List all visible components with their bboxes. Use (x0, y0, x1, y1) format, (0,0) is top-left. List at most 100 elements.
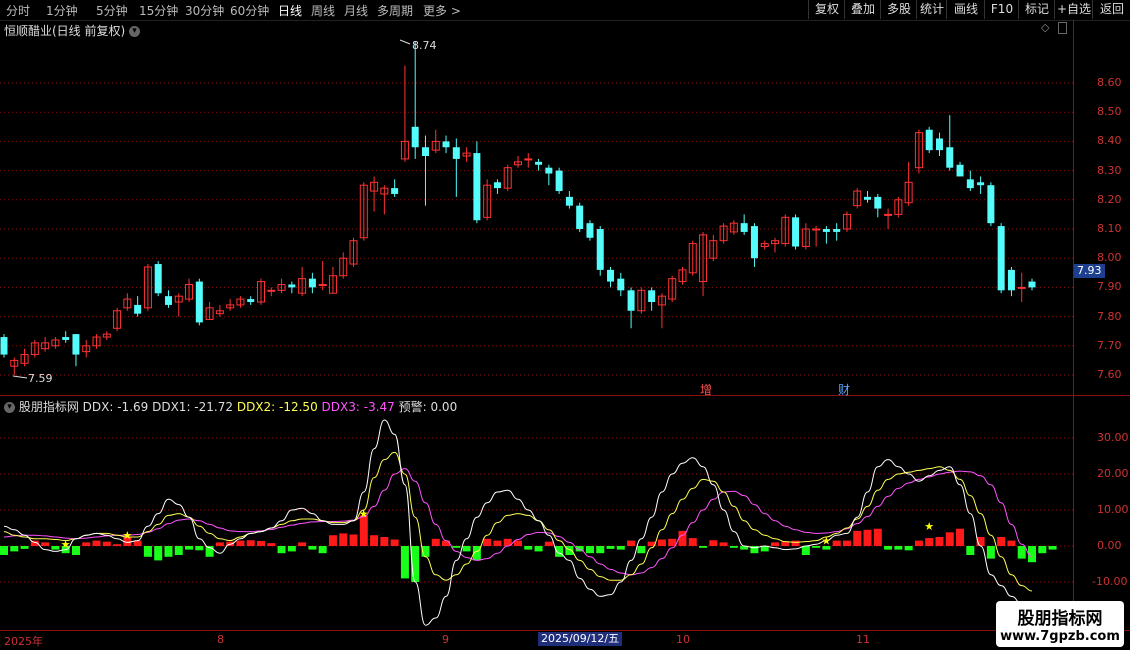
star-icon: ★ (61, 538, 71, 551)
candle-body (987, 185, 995, 224)
ddx-bar (277, 546, 286, 554)
candle (668, 275, 677, 302)
candle (143, 264, 152, 311)
event-marker-add[interactable]: 增 (700, 381, 712, 398)
candle (380, 185, 389, 215)
ddx-bar (82, 542, 91, 546)
candle-body (977, 182, 985, 186)
candle (781, 214, 790, 247)
alert-value: 预警: 0.00 (398, 400, 458, 414)
candle (586, 220, 594, 241)
panel-divider (0, 395, 1130, 396)
candle (462, 147, 471, 162)
candle (1007, 266, 1015, 297)
ddx-bar (400, 546, 409, 579)
candle-body (421, 147, 429, 156)
price-tick-label: 8.00 (1097, 251, 1122, 265)
ddx-bar-series (0, 515, 1057, 582)
candle (370, 176, 379, 212)
ddx-bar (236, 540, 245, 546)
ddx-bar (935, 537, 944, 546)
candle (874, 193, 882, 218)
price-annotations: 8.74 7.59 (12, 39, 437, 385)
x-label-oct: 10 (676, 633, 690, 646)
ddx-bar (842, 540, 851, 546)
candle-body (452, 147, 460, 159)
ddx-bar (534, 546, 543, 552)
candle (627, 287, 635, 329)
ddx-bar (493, 540, 502, 546)
candle (956, 161, 964, 177)
candle-body (946, 147, 954, 168)
candle (565, 191, 573, 209)
ddx-bar (246, 540, 255, 546)
low-price-label: 7.59 (28, 372, 53, 385)
candle-body (648, 290, 656, 302)
ddx-bar (287, 546, 296, 552)
candle (914, 129, 923, 174)
candle (113, 307, 122, 332)
candle (842, 211, 851, 232)
candle-body (195, 281, 203, 323)
candle-body (535, 161, 543, 165)
candle (884, 208, 893, 229)
candle (20, 348, 29, 367)
ddx1-line (3, 419, 1032, 626)
candle (0, 334, 8, 358)
ddx-bar (41, 542, 50, 546)
price-tick-label: 7.90 (1097, 280, 1122, 294)
ddx-bar (10, 546, 19, 552)
candle (709, 234, 718, 262)
ddx-value: DDX: -1.69 (82, 400, 149, 414)
ddx3-value: DDX3: -3.47 (321, 400, 395, 414)
candle-body (956, 164, 964, 177)
candle (997, 223, 1005, 294)
ddx-bar (719, 542, 728, 546)
candle (688, 240, 697, 276)
ddx-bar (966, 546, 975, 555)
candle-body (565, 196, 573, 206)
x-axis-border (0, 630, 1130, 631)
candle (853, 188, 862, 209)
candle (607, 266, 615, 288)
event-marker-finance[interactable]: 财 (838, 381, 850, 398)
candle (904, 161, 913, 206)
candle-body (607, 269, 615, 282)
ddx-bar (1048, 546, 1057, 550)
chevron-down-icon[interactable]: ▾ (4, 402, 15, 413)
candle-body (966, 179, 974, 189)
candle (452, 138, 460, 197)
candle (359, 182, 368, 241)
candle-body (750, 226, 758, 259)
ddx2-value: DDX2: -12.50 (236, 400, 318, 414)
ddx-bar (349, 534, 358, 546)
price-tick-label: 8.50 (1097, 105, 1122, 119)
candle-body (576, 205, 584, 229)
ddx-bar (884, 546, 893, 550)
candle (524, 153, 533, 168)
candle (400, 65, 409, 162)
watermark-logo: 股朋指标网 www.7gpzb.com (996, 601, 1124, 647)
candle-body (935, 138, 943, 151)
ddx-bar (699, 546, 708, 548)
price-tick-label: 8.20 (1097, 192, 1122, 206)
candle (123, 293, 132, 311)
ddx-bar (267, 543, 276, 546)
candle (154, 261, 162, 297)
candle (545, 164, 553, 186)
candle (267, 287, 276, 297)
candle (946, 115, 954, 171)
candle (185, 278, 194, 302)
ddx-bar (771, 542, 779, 546)
ddx-bar (143, 546, 152, 557)
candle (92, 334, 101, 349)
candle (812, 226, 821, 247)
high-price-label: 8.74 (412, 39, 437, 52)
ddx-bar (606, 546, 615, 549)
star-icon: ★ (122, 529, 132, 542)
watermark-title: 股朋指标网 (1017, 609, 1103, 629)
candle (62, 331, 70, 343)
ddx-bar (657, 539, 666, 546)
x-label-sep: 9 (442, 633, 449, 646)
ddx-bar (308, 546, 317, 550)
